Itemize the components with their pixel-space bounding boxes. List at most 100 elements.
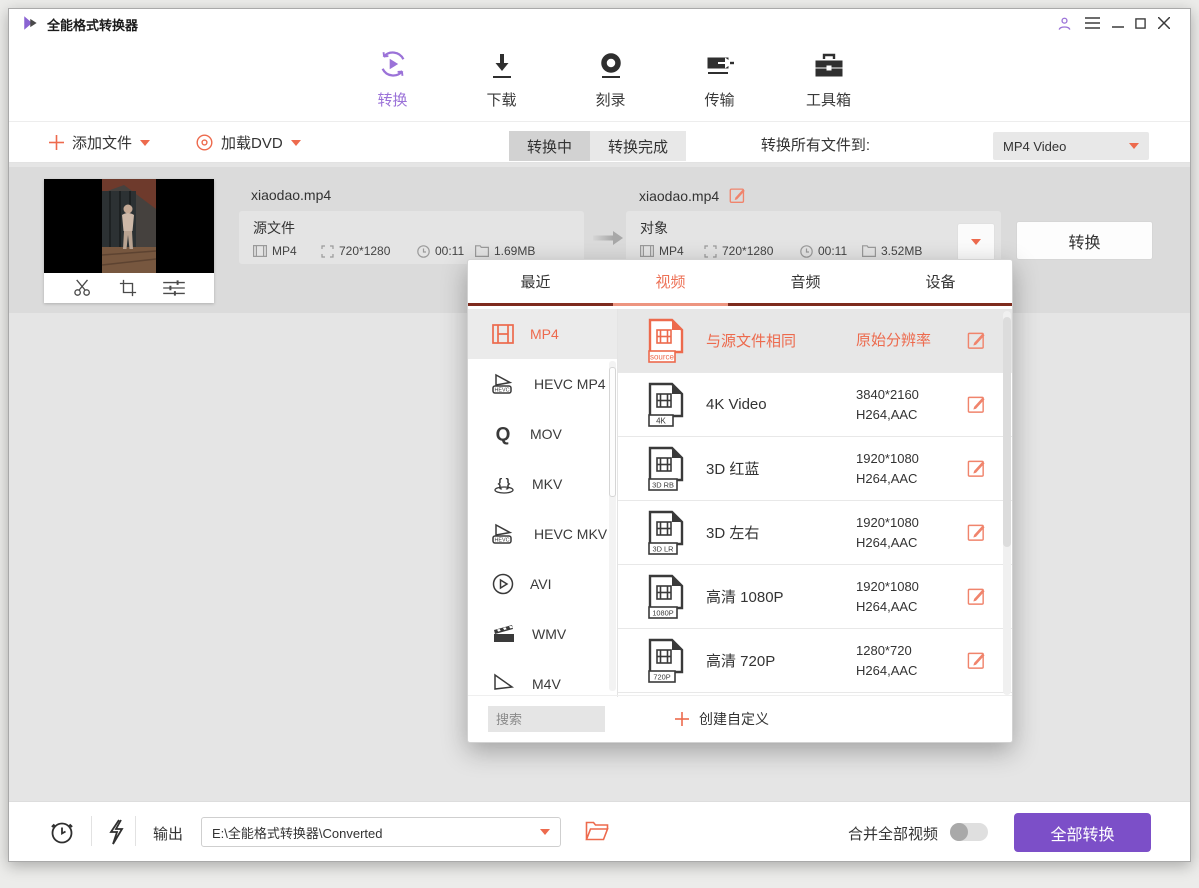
footer-bar: 输出 E:\全能格式转换器\Converted 合并全部视频 全部转换 xyxy=(9,801,1190,861)
user-account-icon[interactable] xyxy=(1054,14,1074,32)
toolbar: 添加文件 加载DVD 转换中 转换完成 转换所有文件到: MP4 Video xyxy=(9,122,1190,163)
tab-burn-label: 刻录 xyxy=(595,89,625,110)
search-input[interactable] xyxy=(488,706,605,732)
transfer-icon xyxy=(704,47,736,81)
output-format-value: MP4 Video xyxy=(1003,139,1066,154)
toggle-knob xyxy=(950,823,968,841)
scrollbar-thumb[interactable] xyxy=(1003,317,1011,547)
preset-detail: 1920*1080H264,AAC xyxy=(856,513,967,553)
edit-preset-icon[interactable] xyxy=(967,651,986,670)
thumbnail-actions xyxy=(44,273,214,303)
edit-preset-icon[interactable] xyxy=(967,395,986,414)
convert-state-tabs: 转换中 转换完成 xyxy=(509,131,686,161)
target-title: 对象 xyxy=(640,218,1001,238)
svg-text:Q: Q xyxy=(496,425,511,446)
popup-tab-video[interactable]: 视频 xyxy=(603,260,738,303)
divider xyxy=(135,816,136,846)
divider xyxy=(91,816,92,846)
target-info-box: 对象 MP4 720*1280 00:11 xyxy=(626,211,1001,264)
format-item-mp4[interactable]: MP4 xyxy=(468,309,617,359)
open-folder-icon[interactable] xyxy=(585,821,609,841)
popup-tab-device[interactable]: 设备 xyxy=(873,260,1008,303)
preset-row-source[interactable]: source 与源文件相同 原始分辨率 xyxy=(618,309,1012,373)
scrollbar-thumb[interactable] xyxy=(609,367,616,497)
tab-burn[interactable]: 刻录 xyxy=(556,47,665,122)
tab-converted[interactable]: 转换完成 xyxy=(590,131,686,161)
format-item-mkv[interactable]: { } MKV xyxy=(468,459,617,509)
convert-button[interactable]: 转换 xyxy=(1016,221,1153,260)
preset-detail: 3840*2160H264,AAC xyxy=(856,385,967,425)
rename-edit-icon[interactable] xyxy=(729,187,746,204)
preset-row-3d-lr[interactable]: 3D LR 3D 左右 1920*1080H264,AAC xyxy=(618,501,1012,565)
svg-text:{ }: { } xyxy=(498,476,511,490)
preset-row-720p[interactable]: 720P 高清 720P 1280*720H264,AAC xyxy=(618,629,1012,693)
target-duration: 00:11 xyxy=(800,244,862,258)
high-speed-icon[interactable] xyxy=(107,819,125,845)
format-item-mov[interactable]: Q MOV xyxy=(468,409,617,459)
minimize-button[interactable] xyxy=(1108,14,1128,32)
format-item-m4v[interactable]: M4V xyxy=(468,659,617,697)
preset-name: 3D 左右 xyxy=(706,522,856,543)
format-item-hevc-mkv[interactable]: HEVC HEVC MKV xyxy=(468,509,617,559)
output-path-select[interactable]: E:\全能格式转换器\Converted xyxy=(201,817,561,847)
svg-text:720P: 720P xyxy=(653,672,670,681)
resolution-icon xyxy=(321,245,334,258)
svg-text:4K: 4K xyxy=(656,416,666,425)
preset-name: 高清 720P xyxy=(706,650,856,671)
quicktime-icon: Q xyxy=(492,423,514,445)
create-custom-button[interactable]: 创建自定义 xyxy=(675,709,769,729)
preset-row-3d-rb[interactable]: 3D RB 3D 红蓝 1920*1080H264,AAC xyxy=(618,437,1012,501)
maximize-button[interactable] xyxy=(1130,14,1150,32)
tab-transfer[interactable]: 传输 xyxy=(665,47,774,122)
tab-download[interactable]: 下载 xyxy=(447,47,556,122)
load-dvd-button[interactable]: 加载DVD xyxy=(196,122,301,163)
edit-preset-icon[interactable] xyxy=(967,459,986,478)
tab-toolbox[interactable]: 工具箱 xyxy=(774,47,883,122)
merge-all-toggle[interactable] xyxy=(950,823,988,841)
popup-tab-audio[interactable]: 音频 xyxy=(738,260,873,303)
preset-row-4k[interactable]: 4K 4K Video 3840*2160H264,AAC xyxy=(618,373,1012,437)
preset-name: 4K Video xyxy=(706,396,856,413)
preset-name: 与源文件相同 xyxy=(706,330,856,351)
output-path-value: E:\全能格式转换器\Converted xyxy=(212,823,383,842)
film-icon xyxy=(640,245,654,257)
add-file-button[interactable]: 添加文件 xyxy=(49,122,150,163)
convert-all-button[interactable]: 全部转换 xyxy=(1014,813,1151,852)
target-format-dropdown-button[interactable] xyxy=(957,223,995,261)
preset-name: 高清 1080P xyxy=(706,586,856,607)
format-picker-popup: 最近 视频 音频 设备 MP4 HEVC HEVC MP4 xyxy=(467,259,1013,743)
close-button[interactable] xyxy=(1154,14,1174,32)
format-item-avi[interactable]: AVI xyxy=(468,559,617,609)
source-info-box: 源文件 MP4 720*1280 00:11 xyxy=(239,211,584,264)
main-nav: 转换 下载 刻录 xyxy=(9,37,1190,122)
crop-icon[interactable] xyxy=(119,279,137,297)
app-logo-icon xyxy=(22,14,40,32)
edit-preset-icon[interactable] xyxy=(967,587,986,606)
edit-preset-icon[interactable] xyxy=(967,523,986,542)
schedule-clock-icon[interactable] xyxy=(49,819,75,845)
target-file-name: xiaodao.mp4 xyxy=(639,188,719,204)
format-item-hevc-mp4[interactable]: HEVC HEVC MP4 xyxy=(468,359,617,409)
burn-disc-icon xyxy=(596,47,626,81)
popup-tab-recent[interactable]: 最近 xyxy=(468,260,603,303)
preset-row-1080p[interactable]: 1080P 高清 1080P 1920*1080H264,AAC xyxy=(618,565,1012,629)
format-list-scrollbar xyxy=(609,361,616,691)
menu-icon[interactable] xyxy=(1082,14,1102,32)
convert-icon xyxy=(376,47,410,81)
preset-detail: 1280*720H264,AAC xyxy=(856,641,967,681)
effects-sliders-icon[interactable] xyxy=(163,279,185,297)
clock-icon xyxy=(800,245,813,258)
film-icon xyxy=(253,245,267,257)
svg-text:1080P: 1080P xyxy=(652,608,673,617)
target-format: MP4 xyxy=(640,244,704,258)
plus-icon xyxy=(49,135,64,150)
target-size: 3.52MB xyxy=(862,244,922,258)
format-item-wmv[interactable]: WMV xyxy=(468,609,617,659)
svg-text:3D LR: 3D LR xyxy=(653,544,674,553)
output-format-select[interactable]: MP4 Video xyxy=(993,132,1149,160)
tab-convert[interactable]: 转换 xyxy=(338,47,447,122)
edit-preset-icon[interactable] xyxy=(967,331,986,350)
tab-download-label: 下载 xyxy=(486,89,516,110)
tab-converting[interactable]: 转换中 xyxy=(509,131,590,161)
trim-scissors-icon[interactable] xyxy=(73,279,93,297)
